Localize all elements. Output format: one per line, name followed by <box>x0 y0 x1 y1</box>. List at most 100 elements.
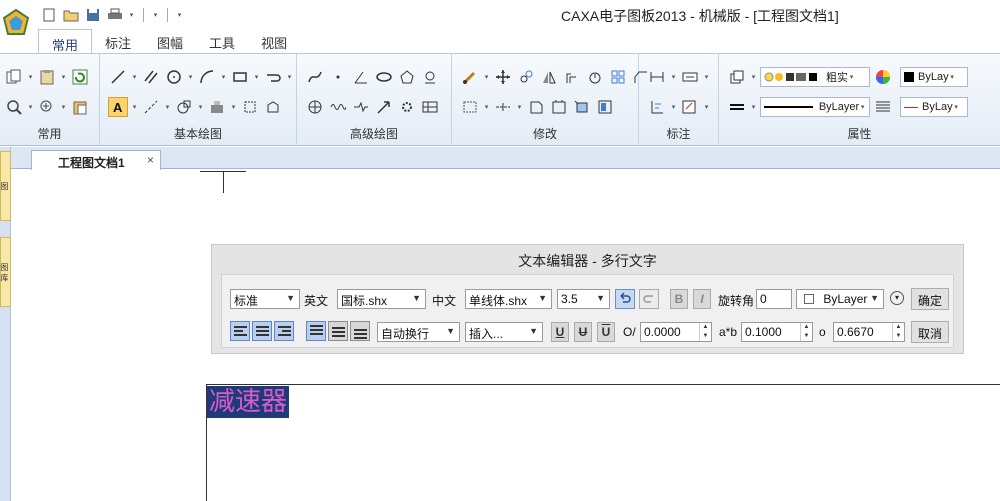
text-height-select[interactable]: 3.5 ▼ <box>557 289 610 309</box>
format-painter-icon[interactable] <box>595 97 615 117</box>
insert-select[interactable]: 插入... ▼ <box>465 322 543 342</box>
cancel-button[interactable]: 取消 <box>911 321 949 343</box>
color-wheel-icon[interactable] <box>873 67 893 87</box>
parallel-line-icon[interactable] <box>141 67 161 87</box>
valign-top-icon[interactable] <box>306 321 326 341</box>
close-icon[interactable]: × <box>147 153 154 167</box>
dimension-icon[interactable] <box>647 67 667 87</box>
english-font-select[interactable]: 国标.shx ▼ <box>337 289 426 309</box>
polyline-icon[interactable] <box>263 67 283 87</box>
underline-button[interactable]: U <box>551 322 569 342</box>
text-color-select[interactable]: ByLayer ▼ <box>796 289 884 309</box>
layer-combo[interactable]: 粗实 ▾ <box>760 67 870 87</box>
tab-annotation[interactable]: 标注 <box>92 28 144 54</box>
tab-tools[interactable]: 工具 <box>196 28 248 54</box>
text-icon[interactable]: A <box>108 97 128 117</box>
boundary-icon[interactable] <box>240 97 260 117</box>
point-icon[interactable] <box>328 67 348 87</box>
width-spin-icon[interactable]: ▲ ▼ <box>892 323 904 341</box>
undo-icon[interactable] <box>615 289 635 309</box>
trim-icon[interactable] <box>460 97 480 117</box>
break-line-icon[interactable] <box>351 97 371 117</box>
line-weight-icon[interactable] <box>727 97 747 117</box>
circle-icon[interactable] <box>164 67 184 87</box>
wrap-select[interactable]: 自动换行 ▼ <box>377 322 460 342</box>
arc-icon[interactable] <box>197 67 217 87</box>
mirror-icon[interactable] <box>539 67 559 87</box>
redo-icon[interactable] <box>639 289 659 309</box>
oblique-spin-icon[interactable]: ▲ ▼ <box>699 323 711 341</box>
dock-tab-library[interactable]: 图 库 <box>0 237 11 307</box>
customize-qat-icon[interactable]: ▾ <box>176 11 183 19</box>
move-icon[interactable] <box>493 67 513 87</box>
align-center-icon[interactable] <box>252 321 272 341</box>
hatch-icon[interactable] <box>174 97 194 117</box>
oblique-input[interactable]: 0.0000 ▲ ▼ <box>640 322 712 342</box>
rectangle-icon[interactable] <box>230 67 250 87</box>
layer-icon[interactable] <box>727 67 747 87</box>
paste-icon[interactable] <box>70 97 90 117</box>
align-left-icon[interactable] <box>230 321 250 341</box>
align-right-icon[interactable] <box>274 321 294 341</box>
wave-line-icon[interactable] <box>328 97 348 117</box>
eraser-icon[interactable] <box>460 67 480 87</box>
hole-icon[interactable] <box>305 97 325 117</box>
table-icon[interactable] <box>420 97 440 117</box>
style-select[interactable]: 标准 ▼ <box>230 289 300 309</box>
arrow-icon[interactable] <box>374 97 394 117</box>
line-icon[interactable] <box>108 67 128 87</box>
offset-icon[interactable] <box>562 67 582 87</box>
explode-icon[interactable] <box>572 97 592 117</box>
caxa-logo-icon[interactable] <box>2 8 30 38</box>
rotate-icon[interactable] <box>516 67 536 87</box>
pan-icon[interactable] <box>37 97 57 117</box>
valign-middle-icon[interactable] <box>328 321 348 341</box>
strikethrough-button[interactable]: U <box>574 322 592 342</box>
break-icon[interactable] <box>549 97 569 117</box>
save-icon[interactable] <box>84 7 102 23</box>
stretch-icon[interactable] <box>526 97 546 117</box>
angle-line-icon[interactable] <box>351 67 371 87</box>
refresh-icon[interactable] <box>70 67 90 87</box>
scale-icon[interactable] <box>585 67 605 87</box>
copy-icon[interactable] <box>4 67 24 87</box>
array-icon[interactable] <box>608 67 628 87</box>
coordinate-icon[interactable] <box>647 97 667 117</box>
document-tab[interactable]: 工程图文档1 × <box>31 150 161 170</box>
color-combo[interactable]: ByLay ▾ <box>900 67 968 87</box>
tab-sheet[interactable]: 图幅 <box>144 28 196 54</box>
width-factor-input[interactable]: 0.6670 ▲ ▼ <box>833 322 905 342</box>
centerline-icon[interactable] <box>141 97 161 117</box>
valign-bottom-icon[interactable] <box>350 321 370 341</box>
leader-icon[interactable] <box>680 97 700 117</box>
tab-view[interactable]: 视图 <box>248 28 300 54</box>
region-icon[interactable] <box>263 97 283 117</box>
linetype-combo[interactable]: ByLayer ▾ <box>760 97 870 117</box>
spline-icon[interactable] <box>305 67 325 87</box>
ellipse-icon[interactable] <box>374 67 394 87</box>
linecolor-combo[interactable]: ByLay ▾ <box>900 97 968 117</box>
overline-button[interactable]: U <box>597 322 615 342</box>
selected-text[interactable]: 减速器 <box>207 386 290 418</box>
gear-icon[interactable] <box>397 97 417 117</box>
clipboard-icon[interactable] <box>37 67 57 87</box>
chinese-font-select[interactable]: 单线体.shx ▼ <box>465 289 552 309</box>
bold-button[interactable]: B <box>670 289 688 309</box>
print-icon[interactable] <box>106 7 124 23</box>
more-options-icon[interactable]: ▾ <box>890 291 904 305</box>
centermark-icon[interactable] <box>420 67 440 87</box>
extend-icon[interactable] <box>493 97 513 117</box>
ok-button[interactable]: 确定 <box>911 288 949 310</box>
zoom-icon[interactable] <box>4 97 24 117</box>
undo-dropdown-icon[interactable]: ▾ <box>152 11 159 19</box>
spacing-input[interactable]: 0.1000 ▲ ▼ <box>741 322 813 342</box>
tab-common[interactable]: 常用 <box>38 29 93 55</box>
text-annotation-icon[interactable] <box>680 67 700 87</box>
polygon-icon[interactable] <box>397 67 417 87</box>
dock-tab-drawing[interactable]: 图 <box>0 151 11 221</box>
line-width-icon[interactable] <box>873 97 893 117</box>
spacing-spin-icon[interactable]: ▲ ▼ <box>800 323 812 341</box>
italic-button[interactable]: I <box>693 289 711 309</box>
open-folder-icon[interactable] <box>62 7 80 23</box>
rotation-input[interactable]: 0 <box>756 289 792 309</box>
